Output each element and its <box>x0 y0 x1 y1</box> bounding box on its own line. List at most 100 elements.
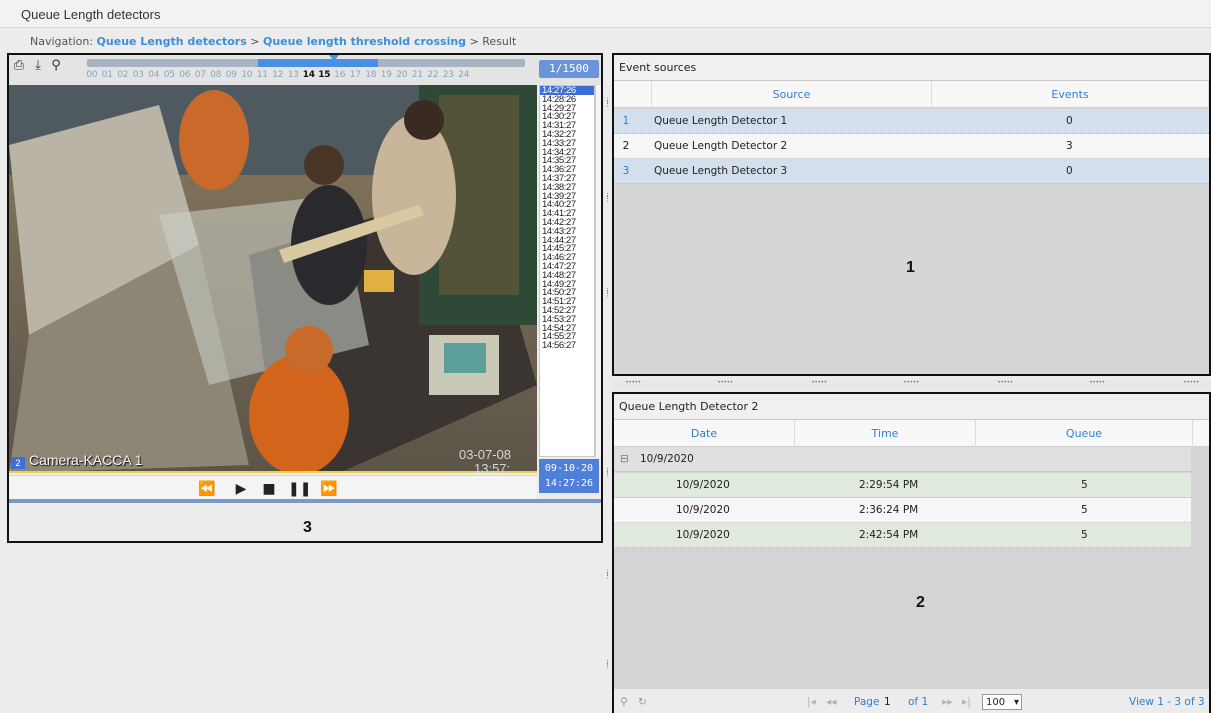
timeline-selection[interactable] <box>258 59 378 67</box>
timeline-hour-label[interactable]: 24 <box>456 70 472 80</box>
breadcrumb-link-threshold[interactable]: Queue length threshold crossing <box>263 35 466 48</box>
timeline-hour-label[interactable]: 15 <box>317 70 333 80</box>
row-events: 0 <box>1066 165 1073 177</box>
timeline-hour-label[interactable]: 22 <box>425 70 441 80</box>
timeline-hour-label[interactable]: 04 <box>146 70 162 80</box>
timeline-hour-label[interactable]: 23 <box>441 70 457 80</box>
search-icon[interactable]: ⚲ <box>620 694 628 710</box>
timeline-hour-label[interactable]: 00 <box>84 70 100 80</box>
current-datetime: 09-10-20 14:27:26 <box>539 459 599 493</box>
camera-video-frame[interactable] <box>9 85 537 473</box>
timeline-hour-label[interactable]: 20 <box>394 70 410 80</box>
panel-number-3: 3 <box>303 519 312 536</box>
breadcrumb-separator: > <box>250 35 260 48</box>
time-list-scrollbar[interactable] <box>595 85 601 457</box>
column-header-source[interactable]: Source <box>652 81 932 108</box>
timeline-hours: 00 01 02 03 04 05 06 07 08 09 10 11 12 13 14 15 16 17 18 19… <box>84 70 534 82</box>
row-time: 2:42:54 PM <box>859 529 919 541</box>
timeline-hour-label[interactable]: 08 <box>208 70 224 80</box>
osd-date: 03-07-08 <box>459 447 512 462</box>
title-bar: Queue Length detectors <box>0 0 1211 28</box>
rewind-icon[interactable]: ⏪ <box>197 480 217 498</box>
timeline-hour-label[interactable]: 19 <box>379 70 395 80</box>
table-row[interactable]: 10/9/2020 2:29:54 PM 5 <box>614 473 1191 498</box>
fast-forward-icon[interactable]: ⏩ <box>319 480 339 498</box>
stop-icon[interactable]: ■ <box>259 480 279 498</box>
first-page-icon[interactable]: |◂ <box>807 694 816 710</box>
camera-image <box>9 85 537 471</box>
timeline-hour-label[interactable]: 01 <box>100 70 116 80</box>
row-events: 0 <box>1066 115 1073 127</box>
timeline-hour-label[interactable]: 11 <box>255 70 271 80</box>
timeline-hour-label[interactable]: 18 <box>363 70 379 80</box>
event-time-list[interactable]: 14:27:26 14:28:26 14:29:27 14:30:27 14:31:27… <box>539 85 595 457</box>
row-queue: 5 <box>1081 529 1088 541</box>
timeline-hour-label[interactable]: 17 <box>348 70 364 80</box>
row-number: 3 <box>622 165 630 177</box>
camera-name: Camera-KACCA 1 <box>29 452 143 468</box>
grid-pager: ⚲ ↻ |◂ ◂◂ Page 1 of 1 ▸▸ ▸| 100 ▾ View 1… <box>614 689 1209 713</box>
timeline-hour-label[interactable]: 07 <box>193 70 209 80</box>
osd-time: 13:57: <box>474 461 511 476</box>
table-row[interactable]: 2 Queue Length Detector 2 3 <box>614 134 1209 159</box>
timeline-hour-label[interactable]: 12 <box>270 70 286 80</box>
detector-results-panel: Queue Length Detector 2 Date Time Queue … <box>612 392 1211 713</box>
current-date: 09-10-20 <box>544 463 594 474</box>
column-header-time[interactable]: Time <box>795 420 976 447</box>
group-label: 10/9/2020 <box>640 453 694 465</box>
last-page-icon[interactable]: ▸| <box>962 694 971 710</box>
page-number-input[interactable]: 1 <box>884 694 891 710</box>
timeline-hour-label[interactable]: 14 <box>301 70 317 80</box>
chevron-down-icon: ▾ <box>1013 697 1019 708</box>
vertical-splitter-handle[interactable]: ⋮ ⋮ <box>604 288 611 310</box>
vertical-splitter-handle[interactable]: ⋮ ⋮ <box>604 468 611 490</box>
playback-progress[interactable] <box>9 499 601 503</box>
row-source: Queue Length Detector 3 <box>654 165 788 177</box>
timeline-hour-label[interactable]: 05 <box>162 70 178 80</box>
search-icon[interactable]: ⚲ <box>49 59 63 73</box>
next-page-icon[interactable]: ▸▸ <box>942 694 953 710</box>
breadcrumb-link-detectors[interactable]: Queue Length detectors <box>97 35 247 48</box>
timeline-hour-label[interactable]: 06 <box>177 70 193 80</box>
view-range: View 1 - 3 of 3 <box>1129 696 1205 708</box>
panel-number-1: 1 <box>906 259 915 276</box>
download-icon[interactable]: ⤓ <box>31 59 45 73</box>
timeline-hour-label[interactable]: 02 <box>115 70 131 80</box>
group-row[interactable]: ⊟ 10/9/2020 <box>614 447 1191 472</box>
page-label: Page <box>854 696 880 708</box>
event-sources-panel: Event sources Source Events 1 Queue Leng… <box>612 53 1211 376</box>
row-events: 3 <box>1066 140 1073 152</box>
vertical-splitter-handle[interactable]: ⋮ ⋮ <box>604 660 611 682</box>
timeline-hour-label[interactable]: 13 <box>286 70 302 80</box>
breadcrumb-current: Result <box>482 35 517 48</box>
refresh-icon[interactable]: ↻ <box>638 694 647 710</box>
prev-page-icon[interactable]: ◂◂ <box>826 694 837 710</box>
pause-icon[interactable]: ❚❚ <box>288 480 311 498</box>
timeline-hour-label[interactable]: 16 <box>332 70 348 80</box>
timeline-marker-icon[interactable] <box>329 55 339 61</box>
table-row[interactable]: 10/9/2020 2:42:54 PM 5 <box>614 523 1191 548</box>
page-size-select[interactable]: 100 ▾ <box>982 694 1022 710</box>
collapse-icon[interactable]: ⊟ <box>620 447 629 472</box>
table-row[interactable]: 1 Queue Length Detector 1 0 <box>614 109 1209 134</box>
timeline-hour-label[interactable]: 09 <box>224 70 240 80</box>
camera-number-badge: 2 <box>11 457 25 469</box>
table-row[interactable]: 10/9/2020 2:36:24 PM 5 <box>614 498 1191 523</box>
play-icon[interactable]: ▶ <box>231 480 251 498</box>
row-source: Queue Length Detector 2 <box>654 140 788 152</box>
table-row[interactable]: 3 Queue Length Detector 3 0 <box>614 159 1209 184</box>
vertical-splitter-handle[interactable]: ⋮ ⋮ <box>604 570 611 592</box>
time-list-item[interactable]: 14:56:27 <box>540 341 594 350</box>
horizontal-splitter[interactable]: ••••• ••••• ••••• ••••• ••••• ••••• ••••• <box>612 380 1211 390</box>
vertical-splitter-handle[interactable]: ⋮ ⋮ <box>604 98 611 120</box>
timeline-hour-label[interactable]: 03 <box>131 70 147 80</box>
printer-icon[interactable]: ⎙ <box>12 59 26 73</box>
grid-header: Date Time Queue <box>614 420 1209 447</box>
column-header-events[interactable]: Events <box>932 81 1209 108</box>
timeline-hour-label[interactable]: 21 <box>410 70 426 80</box>
breadcrumb-label: Navigation: <box>30 35 94 48</box>
column-header-date[interactable]: Date <box>614 420 795 447</box>
vertical-splitter-handle[interactable]: ⋮ ⋮ <box>604 193 611 215</box>
timeline-hour-label[interactable]: 10 <box>239 70 255 80</box>
column-header-queue[interactable]: Queue <box>976 420 1193 447</box>
